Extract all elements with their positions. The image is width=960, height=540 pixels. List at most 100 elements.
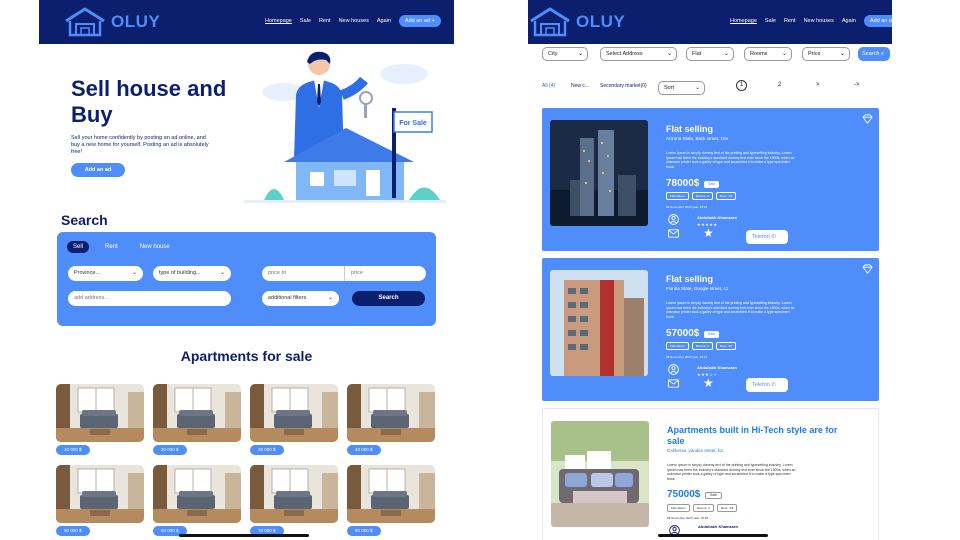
agent-name: Abdullakh Khamzaev [697, 365, 738, 370]
nav-rent[interactable]: Rent [319, 18, 331, 24]
phone-icon: ✆ [771, 382, 776, 388]
brand-name: OLUY [111, 12, 161, 31]
apartment-price[interactable]: 50 000 $ [56, 526, 90, 536]
building-type-select[interactable]: type of building... ⌄ [153, 266, 231, 281]
tab-sell[interactable]: Sell [67, 241, 90, 253]
listing-address: Arizona State, Back street, 10a [666, 136, 729, 141]
nav-again[interactable]: Again [842, 18, 856, 24]
tag-type: Flat/ Alkom [666, 342, 689, 350]
nav-again[interactable]: Again [377, 18, 391, 24]
nav-homepage[interactable]: Homepage [265, 18, 292, 24]
apartments-title: Apartments for sale [180, 348, 313, 364]
tab-all[interactable]: All (4) [542, 83, 555, 89]
tab-rent[interactable]: Rent [99, 241, 124, 253]
apartment-card[interactable] [250, 384, 338, 442]
last-page[interactable]: -> [854, 82, 860, 88]
listing-photo[interactable] [550, 120, 648, 226]
sale-badge: Sale [704, 331, 720, 338]
listing-card[interactable]: Apartments built in Hi-Tech style are fo… [542, 408, 879, 540]
favorite-star-icon[interactable]: ★ [703, 376, 714, 390]
home-indicator [658, 534, 768, 537]
city-value: City [548, 51, 558, 57]
tag-rooms: Rooms: 4 [691, 192, 713, 200]
listing-photo[interactable] [551, 421, 649, 527]
main-nav: Homepage Sale Rent New houses Again Add … [265, 15, 441, 27]
sort-value: Sort [664, 85, 675, 91]
apartment-card[interactable] [153, 384, 241, 442]
apartment-photo [153, 465, 241, 523]
nav-rent[interactable]: Rent [784, 18, 796, 24]
nav-new-houses[interactable]: New houses [804, 18, 834, 24]
tag-rooms: Rooms: 4 [692, 504, 714, 512]
rooms-select[interactable]: Rooms ⌄ [744, 47, 792, 61]
listing-price: 57000$ [666, 328, 700, 339]
mail-icon[interactable] [668, 229, 679, 238]
apartment-card[interactable] [153, 465, 241, 523]
page-2[interactable]: 2 [778, 82, 781, 88]
apartment-card[interactable] [347, 465, 435, 523]
price-input[interactable]: price [344, 266, 426, 281]
hero-add-ad-button[interactable]: Add an ad [71, 163, 125, 177]
chevron-down-icon: ⌄ [666, 51, 672, 57]
apartment-card[interactable] [250, 465, 338, 523]
favorite-star-icon[interactable]: ★ [703, 226, 714, 240]
apartment-card[interactable] [56, 384, 144, 442]
hero-subtitle: Sell your home confidently by posting an… [71, 135, 209, 155]
listing-card[interactable]: Flat selling Florida State, Google stree… [542, 258, 879, 401]
nav-sale[interactable]: Sale [300, 18, 311, 24]
address-input[interactable]: add address... [68, 291, 231, 306]
apartment-price[interactable]: 20 000 $ [153, 445, 187, 455]
listing-card[interactable]: Flat selling Arizona State, Back street,… [542, 108, 879, 251]
listing-price: 75000$ [667, 489, 701, 500]
tag-floor: Floor: 4/8 [716, 504, 738, 512]
house-logo-icon [65, 7, 105, 37]
house-logo-icon [530, 7, 570, 37]
chevron-down-icon: ⌄ [327, 295, 333, 301]
apartment-price[interactable]: 10 000 $ [56, 445, 90, 455]
mail-icon[interactable] [668, 379, 679, 388]
province-select[interactable]: Province... ⌄ [68, 266, 143, 281]
apartment-price[interactable]: 80 000 $ [347, 526, 381, 536]
diamond-icon[interactable] [862, 264, 873, 274]
chevron-down-icon: ⌄ [577, 51, 583, 57]
user-icon [668, 364, 679, 375]
chevron-down-icon: ⌄ [694, 85, 700, 91]
diamond-icon[interactable] [862, 114, 873, 124]
header: OLUY Homepage Sale Rent New houses Again… [39, 0, 454, 44]
price-select[interactable]: Price ⌄ [802, 47, 850, 61]
tab-new-house[interactable]: New house [134, 241, 176, 253]
apartment-photo [250, 384, 338, 442]
apartment-price[interactable]: 30 000 $ [250, 445, 284, 455]
sort-select[interactable]: Sort ⌄ [658, 81, 705, 95]
call-button[interactable]: Telefon ✆ [746, 230, 788, 244]
nav-new-houses[interactable]: New houses [339, 18, 369, 24]
flat-select[interactable]: Flat ⌄ [686, 47, 734, 61]
search-button[interactable]: Search ⌕ [858, 47, 890, 61]
home-indicator [179, 534, 309, 537]
chevron-down-icon: ⌄ [131, 270, 137, 276]
rooms-value: Rooms [750, 51, 768, 57]
apartment-card[interactable] [347, 384, 435, 442]
add-ad-button[interactable]: Add an ad + [863, 15, 892, 27]
nav-homepage[interactable]: Homepage [730, 18, 757, 24]
logo[interactable]: OLUY [528, 7, 625, 37]
nav-sale[interactable]: Sale [765, 18, 776, 24]
address-select[interactable]: Select Address ⌄ [600, 47, 677, 61]
apartment-photo [56, 465, 144, 523]
price-to-input[interactable]: price to [262, 266, 344, 281]
apartment-price[interactable]: 40 000 $ [347, 445, 381, 455]
tab-new[interactable]: New c... [571, 83, 589, 89]
next-page[interactable]: > [816, 82, 820, 88]
search-button[interactable]: Search [352, 291, 425, 306]
logo[interactable]: OLUY [63, 7, 160, 37]
apartment-photo [347, 384, 435, 442]
tab-secondary[interactable]: Secondary market(0) [600, 83, 647, 89]
apartment-card[interactable] [56, 465, 144, 523]
city-select[interactable]: City ⌄ [542, 47, 588, 61]
call-button[interactable]: Telefon ✆ [746, 378, 788, 392]
page-1[interactable]: 1 [736, 80, 747, 91]
add-ad-button[interactable]: Add an ad + [398, 15, 441, 27]
additional-filters-select[interactable]: additional filters ⌄ [262, 291, 339, 306]
listing-photo[interactable] [550, 270, 648, 376]
chevron-down-icon: ⌄ [839, 51, 845, 57]
